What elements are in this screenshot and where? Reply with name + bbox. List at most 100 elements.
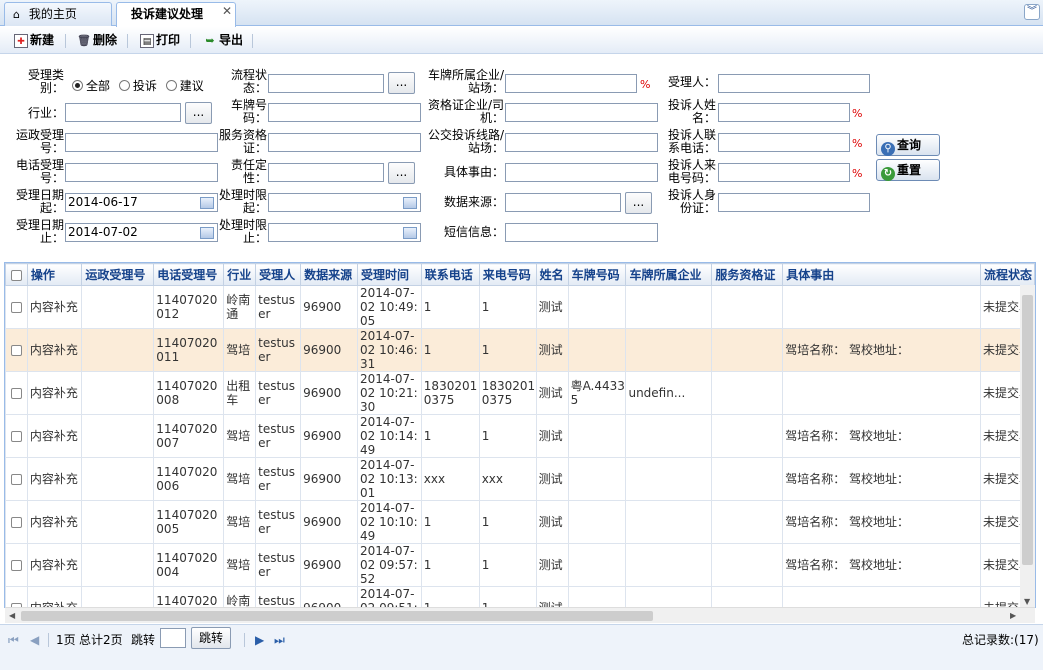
tab-complaint[interactable]: 投诉建议处理 ✕ xyxy=(116,2,236,27)
flow-status-input[interactable] xyxy=(268,74,384,93)
first-page-icon[interactable]: ⏮ xyxy=(8,633,19,647)
prev-page-icon[interactable]: ◀ xyxy=(30,633,39,647)
row-checkbox[interactable] xyxy=(10,302,22,313)
row-checkbox-cell[interactable] xyxy=(5,586,28,607)
content-supplement-link[interactable]: 内容补充 xyxy=(26,371,83,415)
row-checkbox[interactable] xyxy=(10,388,22,399)
calendar-icon[interactable] xyxy=(200,197,214,209)
table-row[interactable]: 内容补充 11407020012 岭南通 testuser 96900 2014-07-0… xyxy=(5,285,1035,329)
scroll-right-icon[interactable]: ▶ xyxy=(1010,611,1016,620)
column-header[interactable]: 姓名 xyxy=(535,263,569,286)
complainant-phone-input[interactable] xyxy=(718,133,850,152)
bus-line-input[interactable] xyxy=(505,133,658,152)
column-header[interactable]: 服务资格证 xyxy=(711,263,784,286)
delete-button[interactable]: 🗑 删除 xyxy=(77,32,117,50)
row-checkbox-cell[interactable] xyxy=(5,500,28,544)
date-from-input[interactable]: 2014-06-17 xyxy=(65,193,218,212)
deadline-from-input[interactable] xyxy=(268,193,421,212)
scroll-down-icon[interactable]: ▼ xyxy=(1024,597,1030,606)
liability-picker-button[interactable]: ... xyxy=(388,162,415,184)
column-header[interactable]: 电话受理号 xyxy=(153,263,225,286)
new-button[interactable]: ✚ 新建 xyxy=(14,32,54,50)
content-supplement-link[interactable]: 内容补充 xyxy=(26,586,83,607)
calendar-icon[interactable] xyxy=(403,197,417,209)
next-page-icon[interactable]: ▶ xyxy=(255,633,264,647)
row-checkbox-cell[interactable] xyxy=(5,543,28,587)
row-checkbox[interactable] xyxy=(10,474,22,485)
row-checkbox[interactable] xyxy=(10,517,22,528)
table-row[interactable]: 内容补充 11407020007 驾培 testuser 96900 2014-07-02… xyxy=(5,414,1035,458)
last-page-icon[interactable]: ⏭ xyxy=(274,633,285,647)
table-row[interactable]: 内容补充 11407020006 驾培 testuser 96900 2014-07-02… xyxy=(5,457,1035,501)
column-header[interactable]: 运政受理号 xyxy=(81,263,155,286)
radio-complaint[interactable] xyxy=(118,80,130,91)
column-header[interactable]: 数据来源 xyxy=(300,263,358,286)
radio-all[interactable] xyxy=(72,80,83,91)
table-row[interactable]: 内容补充 11407020005 驾培 testuser 96900 2014-07-02… xyxy=(5,500,1035,544)
phone-no-input[interactable] xyxy=(65,163,218,182)
column-header[interactable]: 受理时间 xyxy=(356,263,422,286)
vertical-scrollbar-thumb[interactable] xyxy=(1022,295,1033,565)
column-header[interactable]: 行业 xyxy=(223,263,257,286)
row-checkbox-cell[interactable] xyxy=(5,285,28,329)
industry-picker-button[interactable]: ... xyxy=(185,102,212,124)
industry-input[interactable] xyxy=(65,103,181,122)
content-supplement-link[interactable]: 内容补充 xyxy=(26,414,83,458)
tab-home[interactable]: ⌂ 我的主页 xyxy=(4,2,112,26)
vertical-scrollbar[interactable]: ▼ xyxy=(1020,285,1035,608)
scroll-left-icon[interactable]: ◀ xyxy=(9,611,15,620)
horizontal-scrollbar[interactable]: ◀ ▶ xyxy=(5,607,1035,623)
cert-company-input[interactable] xyxy=(505,103,658,122)
jump-page-input[interactable] xyxy=(160,628,186,648)
column-header[interactable]: 联系电话 xyxy=(420,263,480,286)
print-button[interactable]: ▤ 打印 xyxy=(140,32,180,50)
calendar-icon[interactable] xyxy=(200,227,214,239)
row-checkbox-cell[interactable] xyxy=(5,414,28,458)
content-supplement-link[interactable]: 内容补充 xyxy=(26,285,83,329)
reset-button[interactable]: ↻ 重置 xyxy=(876,159,940,181)
row-checkbox[interactable] xyxy=(10,345,22,356)
plate-company-input[interactable] xyxy=(505,74,637,93)
acceptor-input[interactable] xyxy=(718,74,870,93)
content-supplement-link[interactable]: 内容补充 xyxy=(26,457,83,501)
table-row[interactable]: 内容补充 11407020004 驾培 testuser 96900 2014-07-02… xyxy=(5,543,1035,587)
content-supplement-link[interactable]: 内容补充 xyxy=(26,543,83,587)
sms-input[interactable] xyxy=(505,223,658,242)
column-header[interactable]: 车牌号码 xyxy=(567,263,627,286)
calendar-icon[interactable] xyxy=(403,227,417,239)
row-checkbox[interactable] xyxy=(10,431,22,442)
select-all-checkbox[interactable] xyxy=(10,269,22,281)
data-source-input[interactable] xyxy=(505,193,621,212)
caller-no-input[interactable] xyxy=(718,163,850,182)
horizontal-scrollbar-thumb[interactable] xyxy=(21,611,653,621)
row-checkbox-cell[interactable] xyxy=(5,328,28,372)
complainant-id-input[interactable] xyxy=(718,193,870,212)
column-header[interactable]: 车牌所属企业 xyxy=(625,263,713,286)
detail-input[interactable] xyxy=(505,163,658,182)
column-header[interactable]: 受理人 xyxy=(255,263,302,286)
column-header[interactable]: 具体事由 xyxy=(782,263,981,286)
chevron-down-icon[interactable]: ︾ xyxy=(1024,4,1040,20)
column-header[interactable]: 操作 xyxy=(26,263,83,286)
export-button[interactable]: ➥ 导出 xyxy=(203,32,243,50)
table-row[interactable]: 内容补充 11407020011 驾培 testuser 96900 2014-07-02… xyxy=(5,328,1035,372)
radio-suggest[interactable] xyxy=(165,80,177,91)
yz-no-input[interactable] xyxy=(65,133,218,152)
date-to-input[interactable]: 2014-07-02 xyxy=(65,223,218,242)
content-supplement-link[interactable]: 内容补充 xyxy=(26,500,83,544)
plate-no-input[interactable] xyxy=(268,103,421,122)
select-all-header[interactable] xyxy=(5,263,28,286)
jump-button[interactable]: 跳转 xyxy=(191,627,231,649)
table-row[interactable]: 内容补充 11407020008 出租车 testuser 96900 2014-07-0… xyxy=(5,371,1035,415)
column-header[interactable]: 来电号码 xyxy=(478,263,537,286)
row-checkbox[interactable] xyxy=(10,560,22,571)
deadline-to-input[interactable] xyxy=(268,223,421,242)
column-header[interactable]: 流程状态 xyxy=(979,263,1035,286)
query-button[interactable]: ⚲ 查询 xyxy=(876,134,940,156)
row-checkbox-cell[interactable] xyxy=(5,457,28,501)
table-row[interactable]: 内容补充 11407020003岭南通testuser969002014-07-0… xyxy=(5,586,1035,607)
service-cert-input[interactable] xyxy=(268,133,421,152)
liability-input[interactable] xyxy=(268,163,384,182)
data-source-picker-button[interactable]: ... xyxy=(625,192,652,214)
content-supplement-link[interactable]: 内容补充 xyxy=(26,328,83,372)
